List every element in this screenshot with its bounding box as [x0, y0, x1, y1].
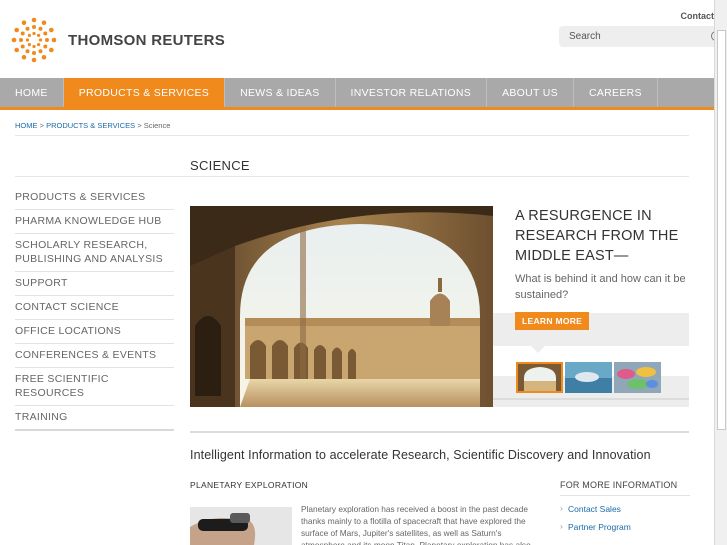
divider [15, 135, 689, 136]
scrollbar-thumb[interactable] [717, 30, 726, 430]
hero-image[interactable] [190, 206, 493, 407]
partner-program-link[interactable]: Partner Program [560, 521, 690, 532]
tagline: Intelligent Information to accelerate Re… [190, 448, 651, 462]
sidebar-item-support[interactable]: SUPPORT [15, 272, 174, 296]
hero-panel: A RESURGENCE IN RESEARCH FROM THE MIDDLE… [493, 206, 689, 407]
carousel-thumb-hands[interactable] [614, 362, 661, 393]
sidebar-item-pharma-knowledge-hub[interactable]: PHARMA KNOWLEDGE HUB [15, 210, 174, 234]
breadcrumb-separator: > [39, 121, 44, 130]
breadcrumb-products[interactable]: PRODUCTS & SERVICES [46, 121, 135, 130]
breadcrumb-home[interactable]: HOME [15, 121, 38, 130]
sidebar-nav: PRODUCTS & SERVICES PHARMA KNOWLEDGE HUB… [15, 186, 174, 431]
feature-image[interactable] [190, 507, 292, 545]
carousel-thumb-courtyard[interactable] [516, 362, 563, 393]
nav-item-products-services[interactable]: PRODUCTS & SERVICES [63, 78, 226, 107]
sidebar-item-office-locations[interactable]: OFFICE LOCATIONS [15, 320, 174, 344]
main-nav: HOME PRODUCTS & SERVICES NEWS & IDEAS IN… [0, 78, 714, 110]
nav-item-careers[interactable]: CAREERS [574, 78, 658, 107]
more-info-title: FOR MORE INFORMATION [560, 480, 690, 496]
sidebar-item-conferences-events[interactable]: CONFERENCES & EVENTS [15, 344, 174, 368]
breadcrumb: HOME > PRODUCTS & SERVICES > Science [15, 121, 170, 130]
sidebar-item-scholarly-research[interactable]: SCHOLARLY RESEARCH, PUBLISHING AND ANALY… [15, 234, 174, 272]
breadcrumb-separator: > [137, 121, 142, 130]
page-title: SCIENCE [190, 158, 250, 173]
divider [190, 431, 689, 433]
logo-icon [11, 17, 57, 63]
hero-subtext: What is behind it and how can it be sust… [515, 273, 686, 301]
sidebar-item-contact-science[interactable]: CONTACT SCIENCE [15, 296, 174, 320]
search-box [559, 26, 727, 47]
breadcrumb-current: Science [143, 121, 171, 130]
logo-text: THOMSON REUTERS [68, 31, 226, 49]
vertical-scrollbar[interactable] [714, 0, 727, 545]
contact-link[interactable]: Contact [681, 11, 715, 21]
nav-item-investor-relations[interactable]: INVESTOR RELATIONS [336, 78, 488, 107]
feature-text: Planetary exploration has received a boo… [301, 504, 531, 545]
sidebar-item-training[interactable]: TRAINING [15, 406, 174, 431]
carousel-pointer-icon [531, 346, 545, 353]
sidebar-item-products-services[interactable]: PRODUCTS & SERVICES [15, 186, 174, 210]
thomson-reuters-logo[interactable]: THOMSON REUTERS [11, 17, 225, 63]
search-input[interactable] [559, 26, 699, 47]
more-info-box: FOR MORE INFORMATION Contact Sales Partn… [560, 480, 690, 532]
carousel-thumb-ocean[interactable] [565, 362, 612, 393]
divider [493, 398, 689, 400]
nav-item-home[interactable]: HOME [0, 78, 64, 107]
nav-item-about-us[interactable]: ABOUT US [487, 78, 574, 107]
nav-item-news-ideas[interactable]: NEWS & IDEAS [225, 78, 336, 107]
hero-heading: A RESURGENCE IN RESEARCH FROM THE MIDDLE… [515, 208, 679, 264]
learn-more-button[interactable]: LEARN MORE [515, 312, 590, 330]
section-title: PLANETARY EXPLORATION [190, 480, 309, 490]
sidebar-item-free-scientific-resources[interactable]: FREE SCIENTIFIC RESOURCES [15, 368, 174, 406]
contact-sales-link[interactable]: Contact Sales [560, 503, 690, 514]
divider [15, 176, 689, 177]
